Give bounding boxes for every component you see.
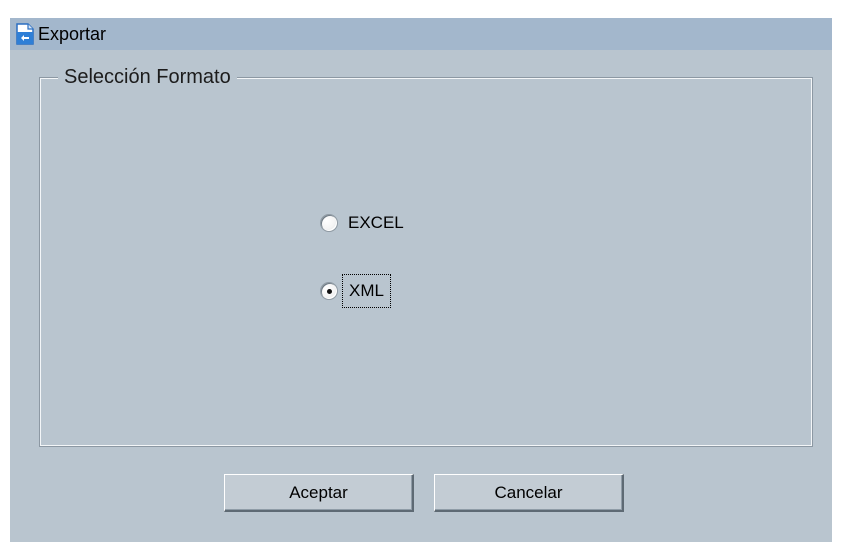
radio-xml[interactable]	[320, 282, 338, 300]
option-xml[interactable]: XML	[320, 274, 391, 308]
format-group-legend: Selección Formato	[58, 65, 237, 89]
radio-excel[interactable]	[320, 214, 338, 232]
option-excel[interactable]: EXCEL	[320, 213, 404, 233]
format-group-border	[39, 77, 813, 447]
window-title: Exportar	[38, 24, 107, 44]
radio-selected-dot	[327, 289, 332, 294]
cancel-button[interactable]: Cancelar	[434, 474, 624, 512]
accept-button[interactable]: Aceptar	[224, 474, 414, 512]
export-dialog: Exportar Selección Formato EXCEL XML Ace…	[10, 18, 832, 542]
title-bar[interactable]: Exportar	[10, 18, 832, 50]
radio-xml-label[interactable]: XML	[342, 274, 391, 308]
format-group-border-highlight	[40, 78, 812, 446]
radio-excel-label[interactable]: EXCEL	[348, 213, 404, 233]
export-document-icon	[16, 23, 34, 45]
